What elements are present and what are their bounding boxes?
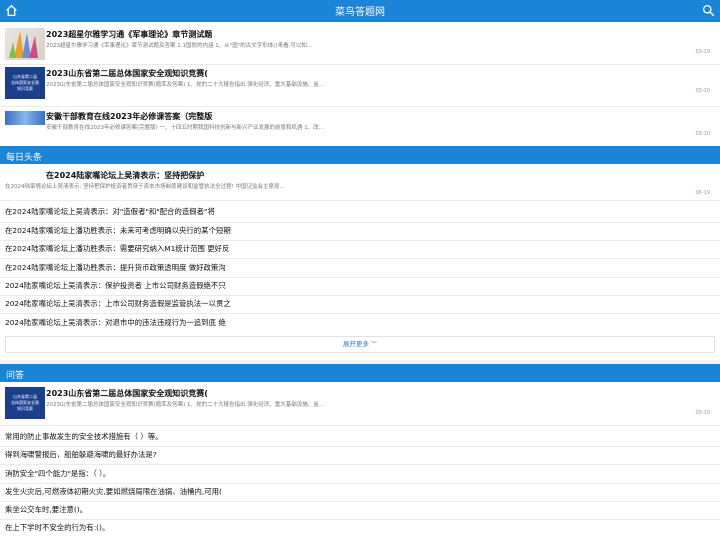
site-title: 菜鸟答题网 [335, 7, 385, 18]
divider [0, 277, 720, 278]
headline-link[interactable]: 2024陆家嘴论坛上吴清表示：对退市中的违法违规行为一追到底 绝 [5, 317, 226, 328]
headline-link[interactable]: 在2024陆家嘴论坛上吴清表示：对"造假者"和"配合的造假者"将 [5, 206, 215, 217]
section-header-qa: 问答 [0, 364, 720, 382]
divider [0, 446, 720, 447]
section-title: 问答 [6, 371, 25, 381]
qa-title: 2023山东省第二届总体国家安全观知识竞赛( [46, 389, 208, 398]
article-thumbnail: 山东省第二届 总体国家安全观 知识竞赛 [5, 67, 45, 99]
divider [0, 425, 720, 426]
top-articles-card: 2023超星尔雅学习通《军事理论》章节测试题 2023超星尔雅学习通《军事理论》… [0, 22, 720, 146]
headline-summary: 在2024陆家嘴论坛上吴清表示: 坚持把保护投资者贯穿于资本市场制度建设和监管执… [5, 184, 285, 190]
article-thumbnail [5, 111, 45, 125]
qa-card: 山东省第二届 总体国家安全观 知识竞赛 2023山东省第二届总体国家安全观知识竞赛(… [0, 382, 720, 540]
article-date: 03-10 [695, 88, 710, 94]
question-link[interactable]: 常用的防止事故发生的安全技术措施有（ ）等。 [5, 431, 163, 442]
question-link[interactable]: 发生火灾后,可燃液体初期火灾,要如燃烧局限在油锅、油桶内,可用( [5, 486, 222, 497]
headline-thumbnail [5, 168, 45, 178]
divider [0, 519, 720, 520]
article-title: 安徽干部教育在线2023年必修课答案（完整版 [46, 112, 213, 121]
divider [0, 240, 720, 241]
headline-date: 06-19 [695, 190, 710, 196]
article-item[interactable]: 2023超星尔雅学习通《军事理论》章节测试题 2023超星尔雅学习通《军事理论》… [0, 25, 720, 63]
qa-lead-item[interactable]: 山东省第二届 总体国家安全观 知识竞赛 2023山东省第二届总体国家安全观知识竞赛(… [0, 384, 720, 424]
qa-thumbnail: 山东省第二届 总体国家安全观 知识竞赛 [5, 387, 45, 419]
divider [0, 483, 720, 484]
article-title: 2023超星尔雅学习通《军事理论》章节测试题 [46, 30, 213, 39]
article-title: 2023山东省第二届总体国家安全观知识竞赛( [46, 69, 208, 78]
divider [0, 200, 720, 201]
question-link[interactable]: 乘坐公交车时,要注意()。 [5, 504, 87, 515]
article-summary: 2023山东省第二届总体国家安全观知识竞赛(题库及答案) 1、党的二十大报告指出… [46, 82, 325, 88]
headline-lead-item[interactable]: 在2024陆家嘴论坛上吴清表示：坚持把保护 在2024陆家嘴论坛上吴清表示: 坚… [0, 166, 720, 200]
daily-card: 在2024陆家嘴论坛上吴清表示：坚持把保护 在2024陆家嘴论坛上吴清表示: 坚… [0, 164, 720, 360]
headline-title: 在2024陆家嘴论坛上吴清表示：坚持把保护 [46, 171, 205, 180]
question-link[interactable]: 得到海啸警报后，船舶躲避海啸的最好办法是? [5, 449, 157, 460]
divider [0, 222, 720, 223]
article-date: 03-19 [695, 49, 710, 55]
divider [0, 106, 720, 107]
divider [0, 464, 720, 465]
divider [0, 64, 720, 65]
question-link[interactable]: 在上下学时不安全的行为有:()。 [5, 522, 109, 533]
qa-date: 03-10 [695, 410, 710, 416]
search-icon[interactable] [702, 4, 715, 17]
headline-link[interactable]: 在2024陆家嘴论坛上潘功胜表示：未来可考虑明确以央行的某个短期 [5, 225, 231, 236]
chevron-down-icon: ﹀ [371, 341, 378, 348]
load-more-button[interactable]: 展开更多 ﹀ [5, 336, 715, 353]
top-header: 菜鸟答题网 [0, 0, 720, 22]
article-summary: 安徽干部教育在线2023年必修课答案(完整版) 一、十四五时期我国科技创新与新兴… [46, 125, 325, 131]
qa-summary: 2023山东省第二届总体国家安全观知识竞赛(题库及答案) 1、党的二十大报告指出… [46, 402, 325, 408]
article-item[interactable]: 安徽干部教育在线2023年必修课答案（完整版 安徽干部教育在线2023年必修课答… [0, 108, 720, 146]
headline-link[interactable]: 在2024陆家嘴论坛上潘功胜表示：需要研究纳入M1统计范围 更好反 [5, 243, 229, 254]
headline-link[interactable]: 2024陆家嘴论坛上吴清表示：保护投资者 上市公司财务造假绝不只 [5, 280, 226, 291]
divider [0, 258, 720, 259]
section-header-daily: 每日头条 [0, 146, 720, 164]
article-summary: 2023超星尔雅学习通《军事理论》章节测试题及答案 1.1国防的内涵 1、从"国… [46, 43, 313, 49]
divider [0, 295, 720, 296]
headline-link[interactable]: 在2024陆家嘴论坛上潘功胜表示：提升货币政策透明度 做好政策沟 [5, 262, 226, 273]
divider [0, 501, 720, 502]
article-date: 03-10 [695, 131, 710, 137]
question-link[interactable]: 消防安全"四个能力"是指：（ ）。 [5, 468, 110, 479]
article-item[interactable]: 山东省第二届 总体国家安全观 知识竞赛 2023山东省第二届总体国家安全观知识竞赛(… [0, 66, 720, 104]
article-thumbnail [5, 28, 45, 60]
divider [0, 313, 720, 314]
load-more-label: 展开更多 [342, 340, 369, 348]
headline-link[interactable]: 2024陆家嘴论坛上吴清表示：上市公司财务造假是监管执法一以贯之 [5, 298, 231, 309]
section-title: 每日头条 [6, 153, 43, 163]
